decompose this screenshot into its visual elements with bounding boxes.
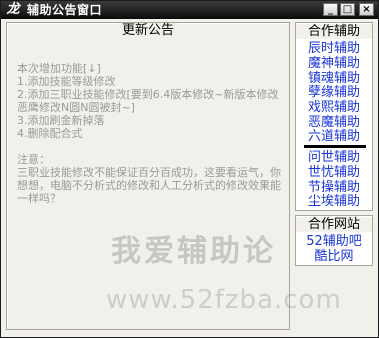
link-wenshi[interactable]: 问世辅助 <box>296 150 372 165</box>
link-nieyuan[interactable]: 孽缘辅助 <box>296 85 372 100</box>
watermark-text: 我爱辅助论 <box>111 234 276 269</box>
link-liudao[interactable]: 六道辅助 <box>296 129 372 144</box>
link-emo[interactable]: 恶魔辅助 <box>296 115 372 130</box>
link-kubiwang[interactable]: 酷比网 <box>296 249 372 264</box>
dragon-logo-icon: 龙 <box>6 2 20 17</box>
cooperation-tools-panel: 合作辅助 辰时辅助 魔神辅助 镇魂辅助 孽缘辅助 戏熙辅助 恶魔辅助 六道辅助 … <box>295 22 373 211</box>
cooperation-tools-title: 合作辅助 <box>296 24 372 39</box>
cooperation-sites-title: 合作网站 <box>296 217 372 232</box>
update-notice-title: 更新公告 <box>7 23 289 39</box>
link-divider <box>304 145 366 148</box>
close-button[interactable]: × <box>359 3 374 16</box>
maximize-button[interactable]: □ <box>340 3 355 16</box>
watermark-url: www.52fzba.com <box>106 285 342 315</box>
link-moshen[interactable]: 魔神辅助 <box>296 56 372 71</box>
link-xixi[interactable]: 戏熙辅助 <box>296 100 372 115</box>
title-bar[interactable]: 龙 辅助公告窗口 _ □ × <box>1 1 378 19</box>
link-chenai[interactable]: 尘埃辅助 <box>296 194 372 209</box>
update-notice-group: 更新公告 本次增加功能[↓] 1.添加技能等级修改 2.添加三职业技能修改[要到… <box>6 22 290 330</box>
link-52fuzhuba[interactable]: 52辅助吧 <box>296 234 372 249</box>
minimize-button[interactable]: _ <box>323 3 338 16</box>
link-shiyou[interactable]: 世忧辅助 <box>296 165 372 180</box>
announcement-window: 龙 辅助公告窗口 _ □ × 更新公告 本次增加功能[↓] 1.添加技能等级修改… <box>0 0 379 338</box>
cooperation-sites-panel: 合作网站 52辅助吧 酷比网 <box>295 215 373 266</box>
link-zhenhun[interactable]: 镇魂辅助 <box>296 71 372 86</box>
link-jiecao[interactable]: 节操辅助 <box>296 180 372 195</box>
window-title: 辅助公告窗口 <box>27 3 103 17</box>
update-notice-title-text: 更新公告 <box>117 23 178 38</box>
link-chenshi[interactable]: 辰时辅助 <box>296 41 372 56</box>
